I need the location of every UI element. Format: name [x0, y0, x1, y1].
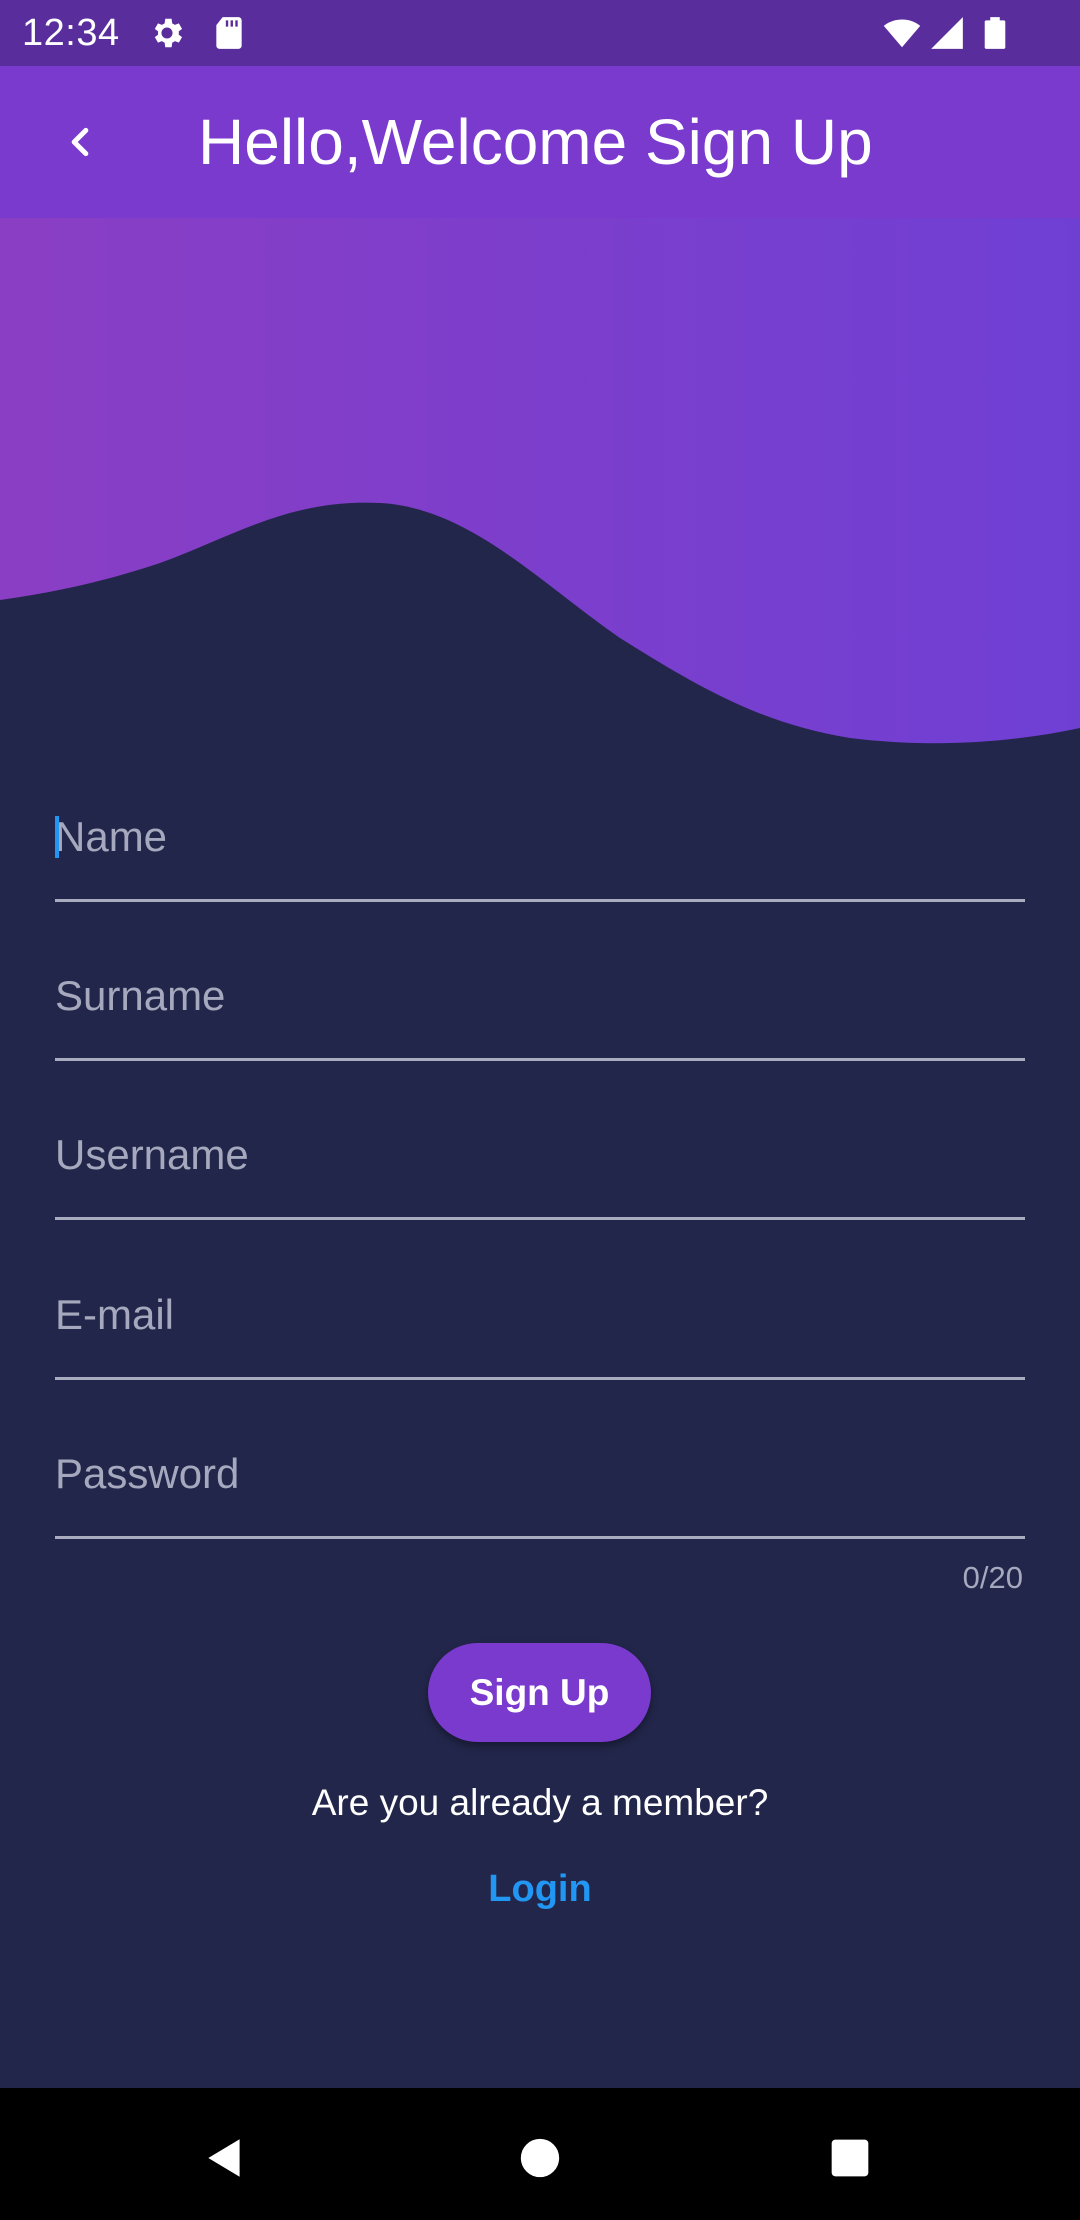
gear-icon	[154, 18, 183, 48]
email-input[interactable]	[55, 1260, 1025, 1370]
app-bar: Hello,Welcome Sign Up	[0, 66, 1080, 218]
battery-icon	[984, 17, 1006, 49]
home-circle-icon	[520, 2138, 560, 2178]
system-nav-bar	[0, 2088, 1080, 2220]
cell-signal-icon	[931, 17, 963, 49]
page-title: Hello,Welcome Sign Up	[198, 106, 873, 178]
back-triangle-icon	[208, 2139, 240, 2177]
name-underline	[55, 899, 1025, 902]
username-input[interactable]	[55, 1100, 1025, 1210]
back-button[interactable]	[40, 102, 120, 182]
status-time: 12:34	[22, 12, 120, 54]
sign-up-button[interactable]: Sign Up	[428, 1643, 651, 1742]
surname-field[interactable]	[55, 941, 1025, 1061]
surname-underline	[55, 1058, 1025, 1061]
email-underline	[55, 1377, 1025, 1380]
email-field[interactable]	[55, 1260, 1025, 1380]
nav-home-button[interactable]	[490, 2108, 590, 2208]
name-input[interactable]	[55, 782, 1025, 892]
username-underline	[55, 1217, 1025, 1220]
wifi-icon	[883, 19, 921, 48]
password-field[interactable]	[55, 1419, 1025, 1539]
nav-recents-button[interactable]	[800, 2108, 900, 2208]
nav-back-button[interactable]	[175, 2108, 275, 2208]
text-cursor	[55, 816, 59, 858]
password-input[interactable]	[55, 1419, 1025, 1529]
status-bar: 12:34	[0, 0, 1080, 66]
username-field[interactable]	[55, 1100, 1025, 1220]
password-underline	[55, 1536, 1025, 1539]
sd-card-icon	[216, 17, 242, 49]
login-link[interactable]: Login	[440, 1868, 640, 1911]
surname-input[interactable]	[55, 941, 1025, 1051]
chevron-left-icon	[71, 127, 89, 157]
member-prompt: Are you already a member?	[311, 1782, 769, 1823]
password-char-counter: 0/20	[962, 1560, 1023, 1595]
header-wave	[0, 218, 1080, 744]
recents-square-icon	[831, 2139, 869, 2177]
name-field[interactable]	[55, 782, 1025, 902]
signup-screen: 12:34 Hello,Welcome Sign Up Name Surname…	[0, 0, 1080, 2220]
